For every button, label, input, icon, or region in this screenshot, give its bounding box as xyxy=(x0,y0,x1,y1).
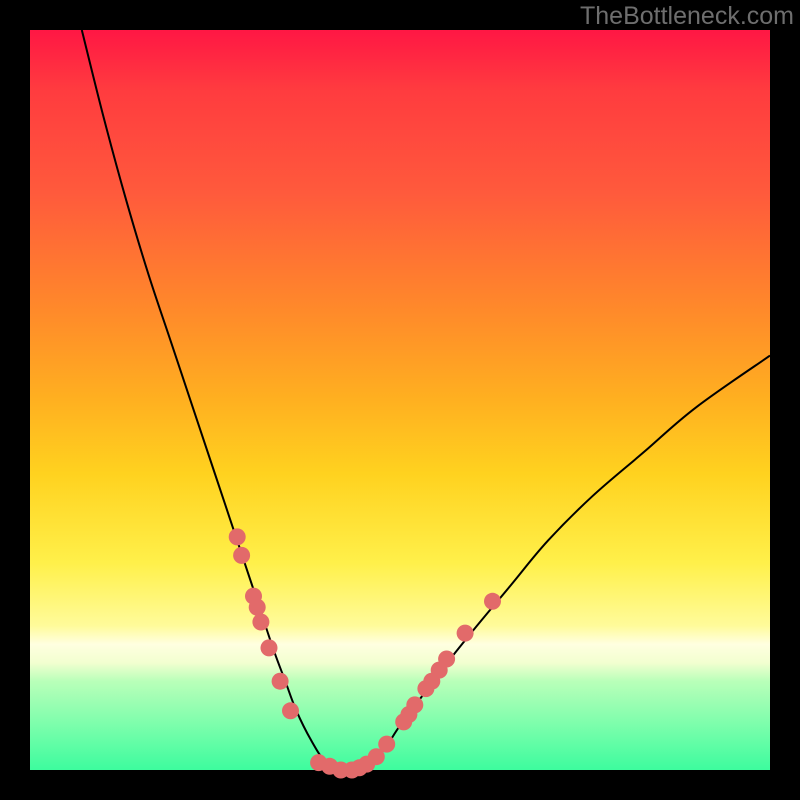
data-marker xyxy=(457,625,474,642)
data-marker xyxy=(282,702,299,719)
data-marker xyxy=(438,651,455,668)
plot-area xyxy=(30,30,770,770)
bottleneck-curve xyxy=(82,30,770,771)
data-marker xyxy=(249,599,266,616)
plot-svg xyxy=(30,30,770,770)
data-marker xyxy=(378,736,395,753)
chart-frame: TheBottleneck.com xyxy=(0,0,800,800)
curve-markers xyxy=(229,528,501,778)
data-marker xyxy=(484,593,501,610)
data-marker xyxy=(252,614,269,631)
data-marker xyxy=(261,639,278,656)
data-marker xyxy=(233,547,250,564)
data-marker xyxy=(272,673,289,690)
data-marker xyxy=(406,696,423,713)
watermark-text: TheBottleneck.com xyxy=(580,2,794,31)
data-marker xyxy=(229,528,246,545)
